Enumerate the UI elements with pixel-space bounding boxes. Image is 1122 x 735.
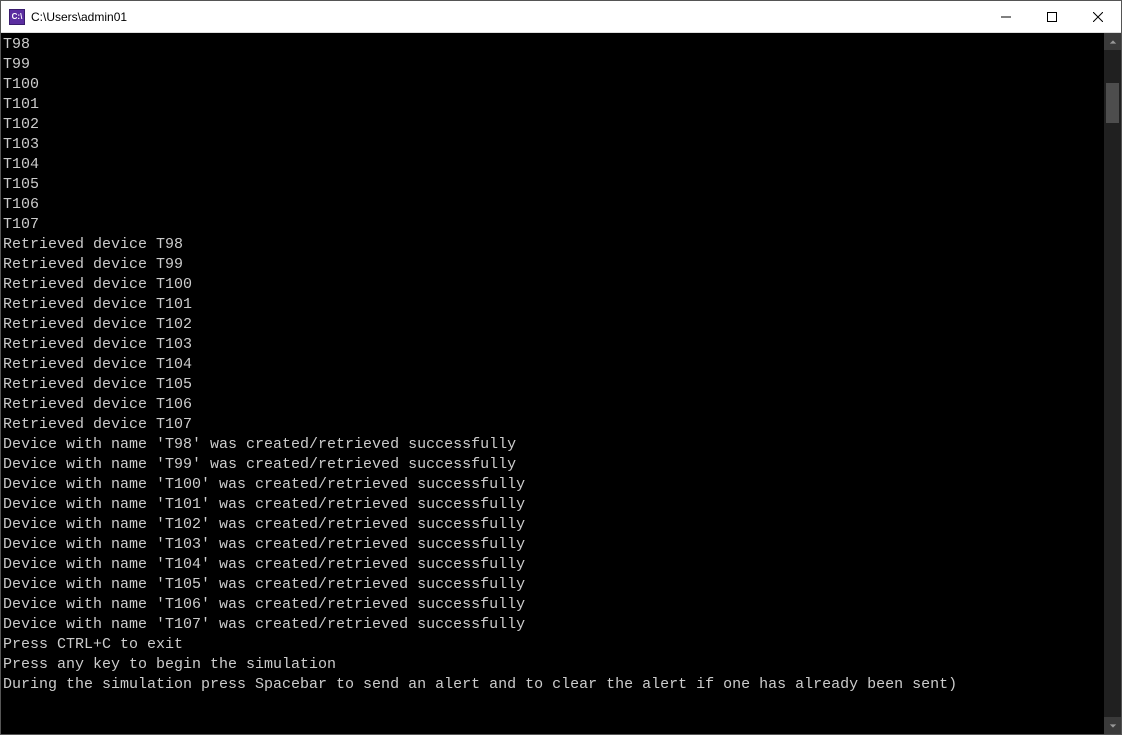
console-line: Retrieved device T103 bbox=[3, 335, 1104, 355]
app-icon: C:\ bbox=[9, 9, 25, 25]
minimize-button[interactable] bbox=[983, 1, 1029, 32]
console-line: Retrieved device T99 bbox=[3, 255, 1104, 275]
console-line: T103 bbox=[3, 135, 1104, 155]
console-line: Retrieved device T107 bbox=[3, 415, 1104, 435]
console-line: T102 bbox=[3, 115, 1104, 135]
console-line: Retrieved device T100 bbox=[3, 275, 1104, 295]
console-line: Retrieved device T105 bbox=[3, 375, 1104, 395]
console-line: T106 bbox=[3, 195, 1104, 215]
console-line: Retrieved device T98 bbox=[3, 235, 1104, 255]
console-line: Device with name 'T101' was created/retr… bbox=[3, 495, 1104, 515]
console-line: Device with name 'T98' was created/retri… bbox=[3, 435, 1104, 455]
console-line: Device with name 'T103' was created/retr… bbox=[3, 535, 1104, 555]
console-line: Device with name 'T102' was created/retr… bbox=[3, 515, 1104, 535]
titlebar[interactable]: C:\ C:\Users\admin01 bbox=[1, 1, 1121, 33]
console-line: T104 bbox=[3, 155, 1104, 175]
maximize-icon bbox=[1047, 12, 1057, 22]
console-line: T98 bbox=[3, 35, 1104, 55]
minimize-icon bbox=[1001, 12, 1011, 22]
app-icon-text: C:\ bbox=[12, 12, 23, 21]
console-output[interactable]: T98T99T100T101T102T103T104T105T106T107Re… bbox=[1, 33, 1104, 734]
console-line: T105 bbox=[3, 175, 1104, 195]
console-line: T101 bbox=[3, 95, 1104, 115]
console-line: Retrieved device T102 bbox=[3, 315, 1104, 335]
console-body: T98T99T100T101T102T103T104T105T106T107Re… bbox=[1, 33, 1121, 734]
console-line: Retrieved device T104 bbox=[3, 355, 1104, 375]
console-line: T99 bbox=[3, 55, 1104, 75]
console-line: Press any key to begin the simulation bbox=[3, 655, 1104, 675]
chevron-up-icon bbox=[1109, 38, 1117, 46]
chevron-down-icon bbox=[1109, 722, 1117, 730]
console-line: Device with name 'T106' was created/retr… bbox=[3, 595, 1104, 615]
console-line: Device with name 'T100' was created/retr… bbox=[3, 475, 1104, 495]
console-line: T100 bbox=[3, 75, 1104, 95]
scroll-up-button[interactable] bbox=[1104, 33, 1121, 50]
scrollbar-thumb[interactable] bbox=[1106, 83, 1119, 123]
console-line: Device with name 'T105' was created/retr… bbox=[3, 575, 1104, 595]
close-button[interactable] bbox=[1075, 1, 1121, 32]
console-line: Retrieved device T106 bbox=[3, 395, 1104, 415]
scroll-down-button[interactable] bbox=[1104, 717, 1121, 734]
vertical-scrollbar[interactable] bbox=[1104, 33, 1121, 734]
console-window: C:\ C:\Users\admin01 T98T99T100T101T102T… bbox=[0, 0, 1122, 735]
console-line: Press CTRL+C to exit bbox=[3, 635, 1104, 655]
maximize-button[interactable] bbox=[1029, 1, 1075, 32]
console-line: During the simulation press Spacebar to … bbox=[3, 675, 1104, 695]
close-icon bbox=[1093, 12, 1103, 22]
window-title: C:\Users\admin01 bbox=[31, 10, 983, 24]
console-line: Device with name 'T99' was created/retri… bbox=[3, 455, 1104, 475]
console-line: Retrieved device T101 bbox=[3, 295, 1104, 315]
window-controls bbox=[983, 1, 1121, 32]
console-line: Device with name 'T104' was created/retr… bbox=[3, 555, 1104, 575]
console-line: T107 bbox=[3, 215, 1104, 235]
scrollbar-track[interactable] bbox=[1104, 50, 1121, 717]
console-line: Device with name 'T107' was created/retr… bbox=[3, 615, 1104, 635]
